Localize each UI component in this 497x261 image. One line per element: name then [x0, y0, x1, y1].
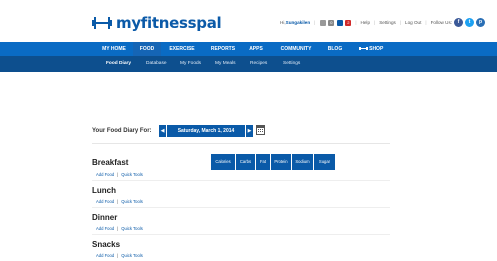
settings-link[interactable]: Settings: [379, 20, 396, 25]
twitter-icon[interactable]: t: [465, 18, 475, 27]
divider: [92, 143, 390, 144]
meal-snacks-title: Snacks: [92, 240, 121, 249]
subnav-recipes[interactable]: Recipes: [250, 56, 267, 72]
subnav-food-diary[interactable]: Food Diary: [106, 56, 131, 72]
help-link[interactable]: Help: [361, 20, 370, 25]
meal-snacks-links: Add Food | Quick Tools: [96, 253, 143, 258]
subnav-my-meals[interactable]: My Meals: [215, 56, 236, 72]
diary-date-label: Your Food Diary For:: [92, 128, 152, 134]
quick-tools-link[interactable]: Quick Tools: [121, 172, 143, 177]
meal-breakfast-links: Add Food | Quick Tools: [96, 172, 143, 177]
col-carbs: Carbs: [236, 154, 256, 170]
nav-my-home[interactable]: MY HOME: [96, 42, 132, 56]
nav-shop[interactable]: SHOP: [354, 42, 388, 56]
meal-lunch-links: Add Food | Quick Tools: [96, 199, 143, 204]
add-food-link[interactable]: Add Food: [96, 172, 114, 177]
mail-icon[interactable]: [320, 19, 327, 26]
add-food-link[interactable]: Add Food: [96, 199, 114, 204]
username-link[interactable]: Sungakilen: [286, 20, 311, 25]
col-fat: Fat: [256, 154, 271, 170]
nav-blog[interactable]: BLOG: [324, 42, 346, 56]
add-food-link[interactable]: Add Food: [96, 253, 114, 258]
nutrient-header: Calories Carbs Fat Protein Sodium Sugar: [211, 154, 336, 170]
meal-separator: [92, 180, 390, 181]
nav-food[interactable]: FOOD: [133, 42, 161, 56]
subnav-settings[interactable]: Settings: [283, 56, 300, 72]
nav-community[interactable]: COMMUNITY: [273, 42, 319, 56]
meal-separator: [92, 207, 390, 208]
current-date[interactable]: Saturday, March 1, 2014: [166, 125, 246, 137]
logout-link[interactable]: Log Out: [405, 20, 421, 25]
col-protein: Protein: [271, 154, 292, 170]
calendar-icon[interactable]: [256, 125, 265, 135]
logo-mark-icon: [92, 17, 112, 29]
meal-lunch-title: Lunch: [92, 186, 116, 195]
friends-icon[interactable]: [337, 19, 344, 26]
facebook-icon[interactable]: f: [454, 18, 464, 27]
nav-apps[interactable]: APPS: [244, 42, 268, 56]
nav-exercise[interactable]: EXERCISE: [164, 42, 200, 56]
quick-tools-link[interactable]: Quick Tools: [121, 199, 143, 204]
meal-dinner-links: Add Food | Quick Tools: [96, 226, 143, 231]
primary-nav: MY HOME FOOD EXERCISE REPORTS APPS COMMU…: [0, 42, 497, 56]
secondary-nav: Food Diary Database My Foods My Meals Re…: [0, 56, 497, 72]
meal-dinner-title: Dinner: [92, 213, 118, 222]
col-calories: Calories: [211, 154, 236, 170]
quick-tools-link[interactable]: Quick Tools: [121, 226, 143, 231]
meal-breakfast-title: Breakfast: [92, 158, 129, 167]
utility-bar: Hi, Sungakilen | 0 2 | Help | Settings |…: [280, 18, 486, 27]
prev-day-button[interactable]: ◀: [159, 125, 166, 137]
logo-text: myfitnesspal: [116, 14, 222, 32]
follow-us-label: Follow Us:: [430, 20, 453, 25]
col-sodium: Sodium: [292, 154, 314, 170]
logo[interactable]: myfitnesspal: [92, 14, 222, 32]
shop-logo-icon: [358, 43, 368, 50]
subnav-database[interactable]: Database: [146, 56, 167, 72]
friend-count-badge: 2: [345, 19, 352, 26]
pinterest-icon[interactable]: p: [476, 18, 486, 27]
next-day-button[interactable]: ▶: [246, 125, 253, 137]
nav-reports[interactable]: REPORTS: [205, 42, 241, 56]
col-sugar: Sugar: [314, 154, 336, 170]
header: myfitnesspal Hi, Sungakilen | 0 2 | Help…: [0, 0, 497, 42]
meal-separator: [92, 234, 390, 235]
mail-count-badge: 0: [328, 19, 335, 26]
quick-tools-link[interactable]: Quick Tools: [121, 253, 143, 258]
subnav-my-foods[interactable]: My Foods: [180, 56, 201, 72]
shop-label: SHOP: [369, 46, 384, 52]
add-food-link[interactable]: Add Food: [96, 226, 114, 231]
date-selector: ◀ Saturday, March 1, 2014 ▶: [159, 125, 253, 137]
